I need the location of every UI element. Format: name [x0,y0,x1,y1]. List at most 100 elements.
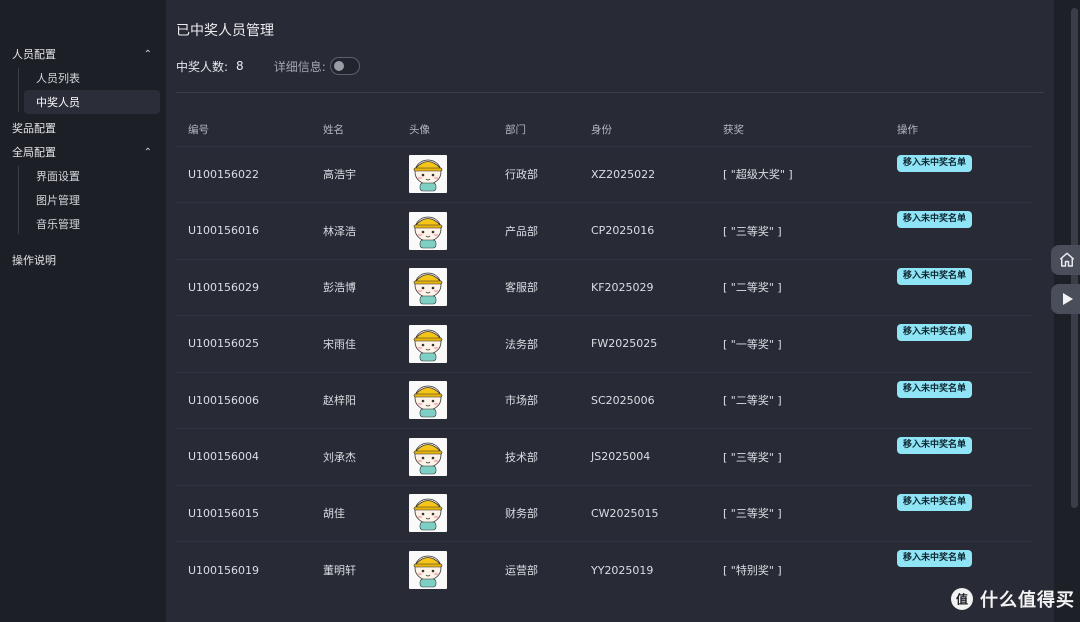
cell-name: 胡佳 [311,484,397,542]
cell-action: 移入未中奖名单 [885,371,1034,429]
column-header-department: 部门 [505,124,526,137]
cell-prize: [ "二等奖" ] [711,371,885,429]
column-header-identity: 身份 [591,124,612,137]
table-row: U100156015 胡佳 财务部 CW2025015[ "三等奖" ] 移入未中奖名单 [176,484,1034,542]
avatar [409,268,447,307]
table-body: U100156022 高浩宇 行政部 XZ2025022[ "超级大奖" ] 移入未中奖… [176,145,1034,598]
move-to-non-winners-button[interactable]: 移入未中奖名单 [897,211,973,228]
cell-id: U100156019 [176,541,311,598]
detail-info-label: 详细信息: [273,59,326,74]
cell-name: 赵梓阳 [311,371,397,429]
sidebar-item-winners[interactable]: 中奖人员 [24,90,160,114]
toggle-knob [333,61,344,71]
cell-department: 客服部 [493,258,579,316]
cell-identity: KF2025029 [579,258,711,316]
cell-id: U100156006 [176,371,311,429]
sidebar-item-prize-config[interactable]: 奖品配置 [0,116,166,140]
cell-id: U100156022 [176,145,311,203]
avatar [409,437,447,476]
cell-prize: [ "三等奖" ] [711,484,885,542]
cell-name: 林泽浩 [311,202,397,259]
winner-count-value: 8 [236,59,244,73]
sidebar-item-label: 人员列表 [36,72,80,85]
cell-avatar [397,541,493,598]
avatar [409,494,447,533]
play-button[interactable] [1051,284,1080,314]
sidebar-item-personnel-list[interactable]: 人员列表 [24,66,160,90]
move-to-non-winners-button[interactable]: 移入未中奖名单 [897,550,973,567]
move-to-non-winners-button[interactable]: 移入未中奖名单 [897,437,973,454]
move-to-non-winners-button[interactable]: 移入未中奖名单 [897,324,973,341]
cell-avatar [397,484,493,542]
cell-department: 法务部 [493,315,579,372]
cell-prize: [ "三等奖" ] [711,428,885,485]
sidebar: 人员配置 ⌃ 人员列表 中奖人员 奖品配置 全局配置 ⌃ 界面设置 图片管理 音… [0,0,166,622]
table-row: U100156006 赵梓阳 市场部 SC2025006[ "二等奖" ] 移入未中奖名… [176,371,1034,429]
home-button[interactable] [1051,245,1080,275]
cell-identity: CP2025016 [579,202,711,259]
sidebar-item-ui-settings[interactable]: 界面设置 [24,164,160,188]
column-header-prize: 获奖 [723,124,744,137]
watermark-logo-icon: 值 [951,588,973,610]
cell-identity: YY2025019 [579,541,711,598]
cell-avatar [397,315,493,372]
sidebar-item-music-management[interactable]: 音乐管理 [24,212,160,236]
stats-row: 中奖人数: 8 详细信息: [176,56,360,76]
sidebar-item-image-management[interactable]: 图片管理 [24,188,160,212]
page-title: 已中奖人员管理 [176,23,274,39]
cell-id: U100156015 [176,484,311,542]
avatar [409,155,447,194]
cell-department: 行政部 [493,145,579,203]
cell-id: U100156025 [176,315,311,372]
cell-avatar [397,428,493,485]
move-to-non-winners-button[interactable]: 移入未中奖名单 [897,493,973,511]
main-panel: 已中奖人员管理 中奖人数: 8 详细信息: 编号 姓名 头像 部门 身份 获奖 … [166,0,1054,622]
cell-department: 产品部 [493,202,579,259]
chevron-up-icon: ⌃ [143,146,152,158]
submenu-personnel: 人员列表 中奖人员 [18,66,166,114]
sidebar-item-label: 界面设置 [36,170,80,183]
avatar [409,211,447,250]
cell-department: 财务部 [493,484,579,542]
sidebar-item-instructions[interactable]: 操作说明 [0,248,166,272]
sidebar-item-label: 奖品配置 [12,122,56,135]
cell-name: 刘承杰 [311,428,397,485]
cell-identity: XZ2025022 [579,145,711,203]
cell-department: 运营部 [493,541,579,598]
submenu-global: 界面设置 图片管理 音乐管理 [18,164,166,236]
winners-table: 编号 姓名 头像 部门 身份 获奖 操作 U100156022 高浩宇 行政部 XZ2… [176,114,1034,598]
cell-action: 移入未中奖名单 [885,202,1034,259]
cell-avatar [397,258,493,316]
move-to-non-winners-button[interactable]: 移入未中奖名单 [897,154,973,172]
home-icon [1059,252,1075,267]
table-row: U100156019 董明轩 运营部 YY2025019[ "特别奖" ] 移入未中奖名… [176,541,1034,598]
menu-group-personnel-config[interactable]: 人员配置 ⌃ [0,42,166,66]
cell-name: 高浩宇 [311,145,397,203]
cell-action: 移入未中奖名单 [885,428,1034,485]
svg-text:值: 值 [956,592,968,607]
cell-prize: [ "二等奖" ] [711,258,885,316]
menu-group-global-config[interactable]: 全局配置 ⌃ [0,140,166,164]
cell-identity: SC2025006 [579,371,711,429]
cell-prize: [ "一等奖" ] [711,315,885,372]
move-to-non-winners-button[interactable]: 移入未中奖名单 [897,380,973,398]
cell-name: 彭浩博 [311,258,397,316]
cell-id: U100156029 [176,258,311,316]
column-header-id: 编号 [188,124,209,137]
cell-avatar [397,202,493,259]
table-row: U100156029 彭浩博 客服部 KF2025029[ "二等奖" ] 移入未中奖名… [176,258,1034,316]
watermark: 值 什么值得买 [950,586,1075,612]
cell-prize: [ "超级大奖" ] [711,145,885,203]
avatar [409,551,447,589]
chevron-up-icon: ⌃ [143,48,152,60]
column-header-avatar: 头像 [409,124,430,137]
cell-prize: [ "三等奖" ] [711,202,885,259]
play-icon [1063,293,1073,305]
table-row: U100156016 林泽浩 产品部 CP2025016[ "三等奖" ] 移入未中奖名… [176,202,1034,259]
menu-group-label: 人员配置 [12,48,56,61]
move-to-non-winners-button[interactable]: 移入未中奖名单 [897,267,973,285]
column-header-name: 姓名 [323,124,344,137]
detail-info-toggle[interactable] [329,57,360,75]
sidebar-item-label: 音乐管理 [36,218,80,231]
